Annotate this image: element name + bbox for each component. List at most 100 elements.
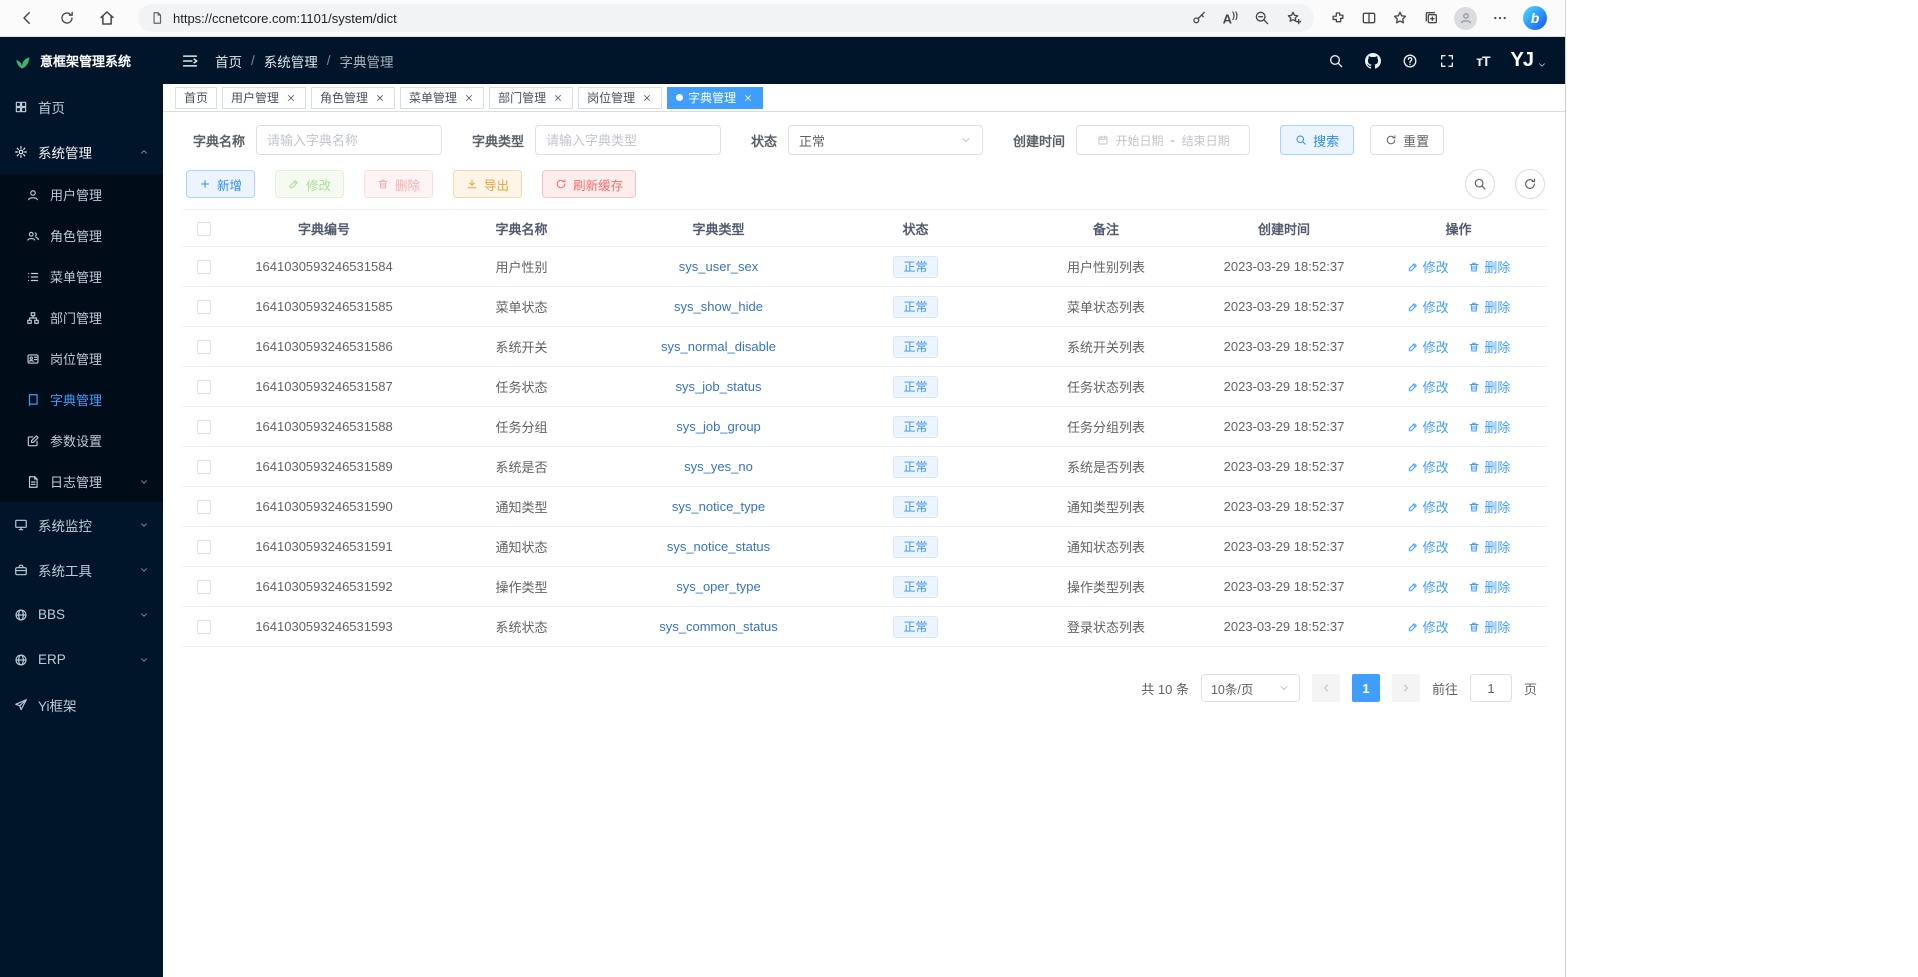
browser-refresh-button[interactable] <box>50 3 84 33</box>
row-delete-button[interactable]: 删除 <box>1468 377 1510 396</box>
address-bar[interactable]: https://ccnetcore.com:1101/system/dict A… <box>138 4 1314 32</box>
row-edit-button[interactable]: 修改 <box>1407 497 1449 516</box>
close-icon[interactable] <box>741 91 754 104</box>
row-checkbox[interactable] <box>197 260 211 274</box>
dict-type-link[interactable]: sys_notice_status <box>667 539 770 554</box>
dict-type-link[interactable]: sys_job_status <box>676 379 762 394</box>
tab-user-management[interactable]: 用户管理 <box>222 87 306 109</box>
row-delete-button[interactable]: 删除 <box>1468 577 1510 596</box>
page-size-select[interactable]: 10条/页 <box>1201 674 1300 702</box>
row-checkbox[interactable] <box>197 620 211 634</box>
sidebar-item-system-tools[interactable]: 系统工具 <box>0 547 163 592</box>
sidebar-item-menu-management[interactable]: 菜单管理 <box>0 256 163 297</box>
row-checkbox[interactable] <box>197 300 211 314</box>
tab-dict-management[interactable]: 字典管理 <box>667 87 763 109</box>
tab-menu-management[interactable]: 菜单管理 <box>400 87 484 109</box>
prev-page-button[interactable] <box>1312 674 1340 702</box>
page-number-button[interactable]: 1 <box>1352 674 1380 702</box>
tab-post-management[interactable]: 岗位管理 <box>578 87 662 109</box>
sidebar-item-post-management[interactable]: 岗位管理 <box>0 338 163 379</box>
extensions-icon[interactable] <box>1330 10 1346 27</box>
dict-type-link[interactable]: sys_common_status <box>659 619 778 634</box>
row-delete-button[interactable]: 删除 <box>1468 617 1510 636</box>
dict-type-link[interactable]: sys_yes_no <box>684 459 753 474</box>
row-delete-button[interactable]: 删除 <box>1468 537 1510 556</box>
bing-sidebar-button[interactable]: b <box>1523 6 1547 30</box>
delete-button[interactable]: 删除 <box>364 170 433 198</box>
row-edit-button[interactable]: 修改 <box>1407 537 1449 556</box>
split-screen-icon[interactable] <box>1361 10 1377 27</box>
add-button[interactable]: 新增 <box>186 170 255 198</box>
select-all-checkbox[interactable] <box>197 222 211 236</box>
edit-button[interactable]: 修改 <box>275 170 344 198</box>
favorites-icon[interactable] <box>1392 10 1408 27</box>
read-aloud-icon[interactable]: A)) <box>1223 11 1238 25</box>
row-edit-button[interactable]: 修改 <box>1407 297 1449 316</box>
close-icon[interactable] <box>284 91 297 104</box>
header-search-icon[interactable] <box>1328 53 1344 69</box>
row-delete-button[interactable]: 删除 <box>1468 497 1510 516</box>
font-size-icon[interactable]: тT <box>1476 53 1489 69</box>
row-edit-button[interactable]: 修改 <box>1407 457 1449 476</box>
browser-menu-icon[interactable] <box>1492 10 1508 27</box>
search-button[interactable]: 搜索 <box>1280 125 1354 155</box>
dict-type-link[interactable]: sys_normal_disable <box>661 339 776 354</box>
sidebar-item-erp[interactable]: ERP <box>0 637 163 682</box>
reset-button[interactable]: 重置 <box>1370 125 1444 155</box>
row-edit-button[interactable]: 修改 <box>1407 377 1449 396</box>
row-delete-button[interactable]: 删除 <box>1468 337 1510 356</box>
dict-type-link[interactable]: sys_notice_type <box>672 499 765 514</box>
row-edit-button[interactable]: 修改 <box>1407 617 1449 636</box>
add-favorite-icon[interactable] <box>1286 10 1302 27</box>
collections-icon[interactable] <box>1423 10 1439 27</box>
next-page-button[interactable] <box>1392 674 1420 702</box>
row-checkbox[interactable] <box>197 500 211 514</box>
row-delete-button[interactable]: 删除 <box>1468 457 1510 476</box>
sidebar-item-dept-management[interactable]: 部门管理 <box>0 297 163 338</box>
browser-home-button[interactable] <box>90 3 124 33</box>
app-logo[interactable]: 意框架管理系统 <box>0 37 163 84</box>
row-checkbox[interactable] <box>197 460 211 474</box>
tab-role-management[interactable]: 角色管理 <box>311 87 395 109</box>
browser-back-button[interactable] <box>10 3 44 33</box>
status-select[interactable]: 正常 <box>788 125 983 155</box>
breadcrumb-home[interactable]: 首页 <box>215 51 242 71</box>
sidebar-item-system-monitor[interactable]: 系统监控 <box>0 502 163 547</box>
toggle-search-button[interactable] <box>1465 169 1495 199</box>
dict-type-link[interactable]: sys_job_group <box>676 419 761 434</box>
breadcrumb-system[interactable]: 系统管理 <box>264 51 318 71</box>
row-edit-button[interactable]: 修改 <box>1407 417 1449 436</box>
row-edit-button[interactable]: 修改 <box>1407 577 1449 596</box>
profile-avatar[interactable] <box>1454 7 1477 30</box>
row-edit-button[interactable]: 修改 <box>1407 257 1449 276</box>
row-delete-button[interactable]: 删除 <box>1468 257 1510 276</box>
github-icon[interactable] <box>1365 53 1381 69</box>
password-key-icon[interactable] <box>1191 10 1207 27</box>
date-range-picker[interactable]: 开始日期 - 结束日期 <box>1076 125 1250 155</box>
tab-home[interactable]: 首页 <box>175 87 217 109</box>
sidebar-toggle-icon[interactable] <box>181 52 199 70</box>
export-button[interactable]: 导出 <box>453 170 522 198</box>
row-checkbox[interactable] <box>197 340 211 354</box>
row-delete-button[interactable]: 删除 <box>1468 297 1510 316</box>
row-checkbox[interactable] <box>197 420 211 434</box>
dict-name-input[interactable] <box>256 125 442 155</box>
row-checkbox[interactable] <box>197 380 211 394</box>
help-icon[interactable] <box>1402 53 1418 69</box>
dict-type-link[interactable]: sys_oper_type <box>676 579 761 594</box>
close-icon[interactable] <box>373 91 386 104</box>
close-icon[interactable] <box>640 91 653 104</box>
tab-dept-management[interactable]: 部门管理 <box>489 87 573 109</box>
sidebar-item-param-settings[interactable]: 参数设置 <box>0 420 163 461</box>
sidebar-item-dict-management[interactable]: 字典管理 <box>0 379 163 420</box>
goto-page-input[interactable] <box>1470 674 1512 702</box>
row-edit-button[interactable]: 修改 <box>1407 337 1449 356</box>
sidebar-item-bbs[interactable]: BBS <box>0 592 163 637</box>
dict-type-input[interactable] <box>535 125 721 155</box>
sidebar-item-log-management[interactable]: 日志管理 <box>0 461 163 502</box>
refresh-table-button[interactable] <box>1515 169 1545 199</box>
sidebar-item-system-management[interactable]: 系统管理 <box>0 129 163 174</box>
user-dropdown[interactable]: YJ <box>1511 49 1547 72</box>
dict-type-link[interactable]: sys_show_hide <box>674 299 763 314</box>
sidebar-item-user-management[interactable]: 用户管理 <box>0 174 163 215</box>
